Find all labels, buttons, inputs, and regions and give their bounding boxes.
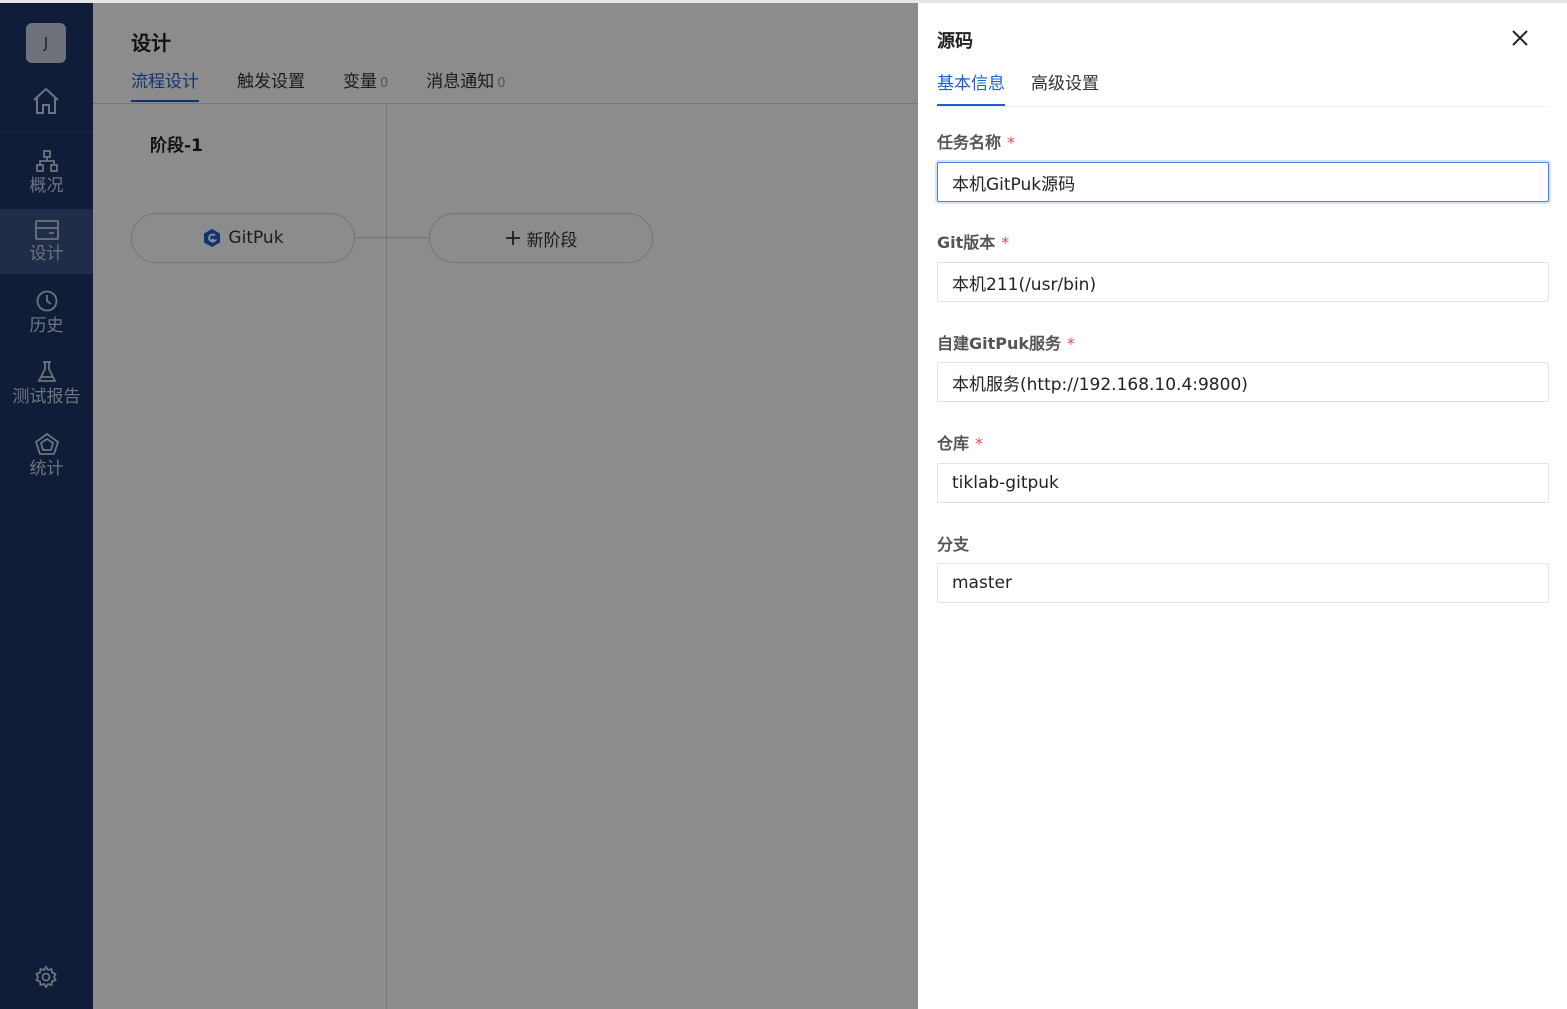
git-version-select[interactable]: 本机211(/usr/bin) — [937, 262, 1549, 302]
tab-basic-info[interactable]: 基本信息 — [937, 69, 1005, 106]
drawer-title: 源码 — [937, 31, 973, 52]
task-name-input[interactable]: 本机GitPuk源码 — [937, 162, 1549, 202]
drawer-tabs: 基本信息 高级设置 — [937, 69, 1099, 106]
branch-input[interactable]: master — [937, 563, 1549, 603]
branch-label: 分支 — [937, 535, 970, 554]
source-drawer: 源码 基本信息 高级设置 任务名称 * 本机GitPuk源码 Git版本 * 本机2… — [918, 3, 1567, 1009]
tab-advanced-settings[interactable]: 高级设置 — [1031, 69, 1099, 106]
close-icon[interactable] — [1510, 28, 1530, 48]
task-name-label: 任务名称 * — [937, 133, 1016, 152]
drawer-tabs-divider — [937, 106, 1549, 107]
repository-label: 仓库 * — [937, 434, 984, 453]
modal-overlay[interactable] — [0, 3, 918, 1009]
gitpuk-service-select[interactable]: 本机服务(http://192.168.10.4:9800) — [937, 362, 1549, 402]
git-version-label: Git版本 * — [937, 233, 1010, 252]
gitpuk-service-label: 自建GitPuk服务 * — [937, 334, 1076, 353]
repository-select[interactable]: tiklab-gitpuk — [937, 463, 1549, 503]
